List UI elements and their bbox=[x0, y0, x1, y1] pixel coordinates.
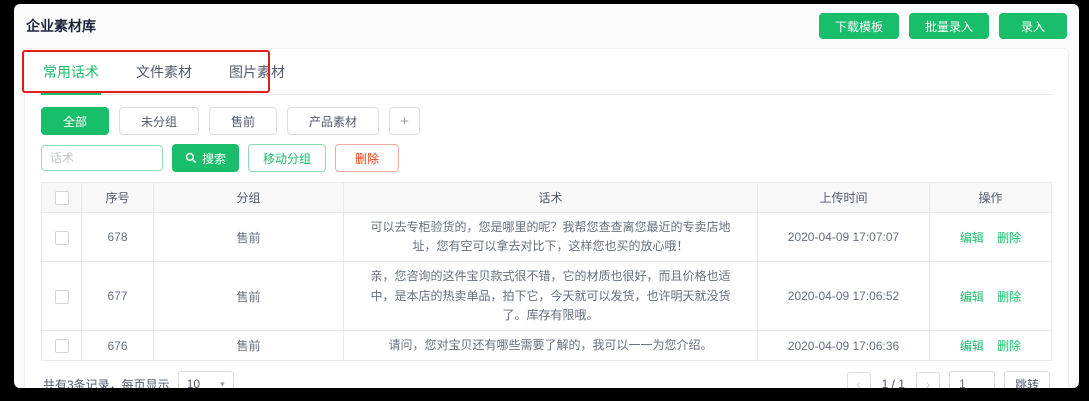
page-title: 企业素材库 bbox=[26, 18, 96, 34]
group-chip-ungrouped[interactable]: 未分组 bbox=[119, 107, 200, 135]
batch-entry-button[interactable]: 批量录入 bbox=[908, 13, 989, 39]
cell-script: 亲，您咨询的这件宝贝款式很不错，它的材质也很好，而且价格也适中，是本店的热卖单品… bbox=[343, 261, 758, 331]
cell-group: 售前 bbox=[153, 329, 344, 362]
app-panel: 企业素材库 下载模板 批量录入 录入 常用话术 文件素材 图片素材 全部 未分组… bbox=[14, 4, 1079, 388]
table-row: 678 售前 可以去专柜验货的，您是哪里的呢？我帮您查查离您最近的专卖店地址，您… bbox=[41, 211, 1052, 263]
row-checkbox[interactable] bbox=[54, 230, 69, 245]
group-filter-row: 全部 未分组 售前 产品素材 + bbox=[41, 107, 1052, 135]
edit-link[interactable]: 编辑 bbox=[960, 339, 984, 353]
edit-link[interactable]: 编辑 bbox=[960, 231, 984, 245]
entry-button[interactable]: 录入 bbox=[998, 13, 1067, 39]
group-chip-all[interactable]: 全部 bbox=[41, 107, 110, 135]
tab-file-materials[interactable]: 文件素材 bbox=[134, 49, 194, 95]
scripts-table: 序号 分组 话术 上传时间 操作 678 售前 可以去专柜验货的，您是哪里的呢？… bbox=[41, 182, 1052, 362]
page-size-select[interactable]: 10 ▾ bbox=[177, 371, 234, 388]
header-actions: 下载模板 批量录入 录入 bbox=[818, 13, 1067, 39]
search-icon bbox=[185, 152, 197, 164]
tab-bar: 常用话术 文件素材 图片素材 bbox=[41, 49, 1052, 95]
download-template-button[interactable]: 下载模板 bbox=[818, 13, 899, 39]
table-row: 677 售前 亲，您咨询的这件宝贝款式很不错，它的材质也很好，而且价格也适中，是… bbox=[41, 261, 1052, 331]
tab-image-materials[interactable]: 图片素材 bbox=[227, 49, 287, 95]
cell-script: 可以去专柜验货的，您是哪里的呢？我帮您查查离您最近的专卖店地址，您有空可以拿去对… bbox=[343, 211, 758, 263]
page-indicator: 1 / 1 bbox=[881, 377, 905, 388]
jump-button[interactable]: 跳转 bbox=[1003, 371, 1050, 388]
table-row: 676 售前 请问，您对宝贝还有哪些需要了解的，我可以一一为您介绍。 2020-… bbox=[41, 329, 1052, 362]
cell-group: 售前 bbox=[153, 211, 344, 263]
cell-script: 请问，您对宝贝还有哪些需要了解的，我可以一一为您介绍。 bbox=[343, 329, 758, 362]
row-checkbox[interactable] bbox=[54, 338, 69, 353]
cell-group: 售前 bbox=[153, 261, 344, 331]
footer-row: 共有3条记录，每页显示 10 ▾ ‹ 1 / 1 › 跳转 bbox=[41, 371, 1052, 388]
cell-no: 677 bbox=[81, 261, 154, 331]
col-header-group: 分组 bbox=[153, 182, 344, 213]
table-header-row: 序号 分组 话术 上传时间 操作 bbox=[41, 182, 1052, 213]
col-header-script: 话术 bbox=[343, 182, 758, 213]
cell-upload-time: 2020-04-09 17:07:07 bbox=[757, 211, 930, 263]
edit-link[interactable]: 编辑 bbox=[960, 290, 984, 304]
group-chip-product-material[interactable]: 产品素材 bbox=[287, 107, 380, 135]
search-button-label: 搜索 bbox=[202, 151, 227, 166]
chevron-left-icon: ‹ bbox=[856, 376, 861, 388]
next-page-button[interactable]: › bbox=[915, 372, 940, 388]
cell-no: 676 bbox=[81, 329, 154, 362]
col-header-upload-time: 上传时间 bbox=[757, 182, 930, 213]
delete-link[interactable]: 删除 bbox=[997, 339, 1021, 353]
delete-link[interactable]: 删除 bbox=[997, 290, 1021, 304]
add-group-button[interactable]: + bbox=[389, 107, 420, 135]
tab-common-scripts[interactable]: 常用话术 bbox=[41, 49, 101, 95]
caret-down-icon: ▾ bbox=[220, 378, 225, 388]
footer-left: 共有3条记录，每页显示 10 ▾ bbox=[43, 371, 234, 388]
page-size-value: 10 bbox=[186, 377, 201, 388]
cell-upload-time: 2020-04-09 17:06:36 bbox=[757, 329, 930, 362]
search-button[interactable]: 搜索 bbox=[172, 144, 240, 172]
select-all-checkbox[interactable] bbox=[54, 190, 69, 205]
cell-upload-time: 2020-04-09 17:06:52 bbox=[757, 261, 930, 331]
pagination: ‹ 1 / 1 › 跳转 bbox=[846, 371, 1050, 388]
cell-no: 678 bbox=[81, 211, 154, 263]
col-header-no: 序号 bbox=[81, 182, 154, 213]
col-header-operation: 操作 bbox=[929, 182, 1052, 213]
move-group-button[interactable]: 移动分组 bbox=[248, 144, 327, 172]
prev-page-button[interactable]: ‹ bbox=[846, 372, 871, 388]
records-summary: 共有3条记录，每页显示 bbox=[43, 377, 170, 388]
group-chip-presale[interactable]: 售前 bbox=[209, 107, 278, 135]
jump-page-input[interactable] bbox=[948, 371, 995, 388]
delete-link[interactable]: 删除 bbox=[997, 231, 1021, 245]
row-checkbox[interactable] bbox=[54, 289, 69, 304]
script-search-input[interactable] bbox=[41, 145, 163, 171]
search-row: 搜索 移动分组 删除 bbox=[41, 144, 1052, 172]
chevron-right-icon: › bbox=[925, 376, 931, 388]
delete-button[interactable]: 删除 bbox=[335, 144, 400, 172]
content-card: 常用话术 文件素材 图片素材 全部 未分组 售前 产品素材 + 搜索 移动分组 … bbox=[22, 48, 1069, 388]
title-row: 企业素材库 下载模板 批量录入 录入 bbox=[14, 4, 1079, 48]
